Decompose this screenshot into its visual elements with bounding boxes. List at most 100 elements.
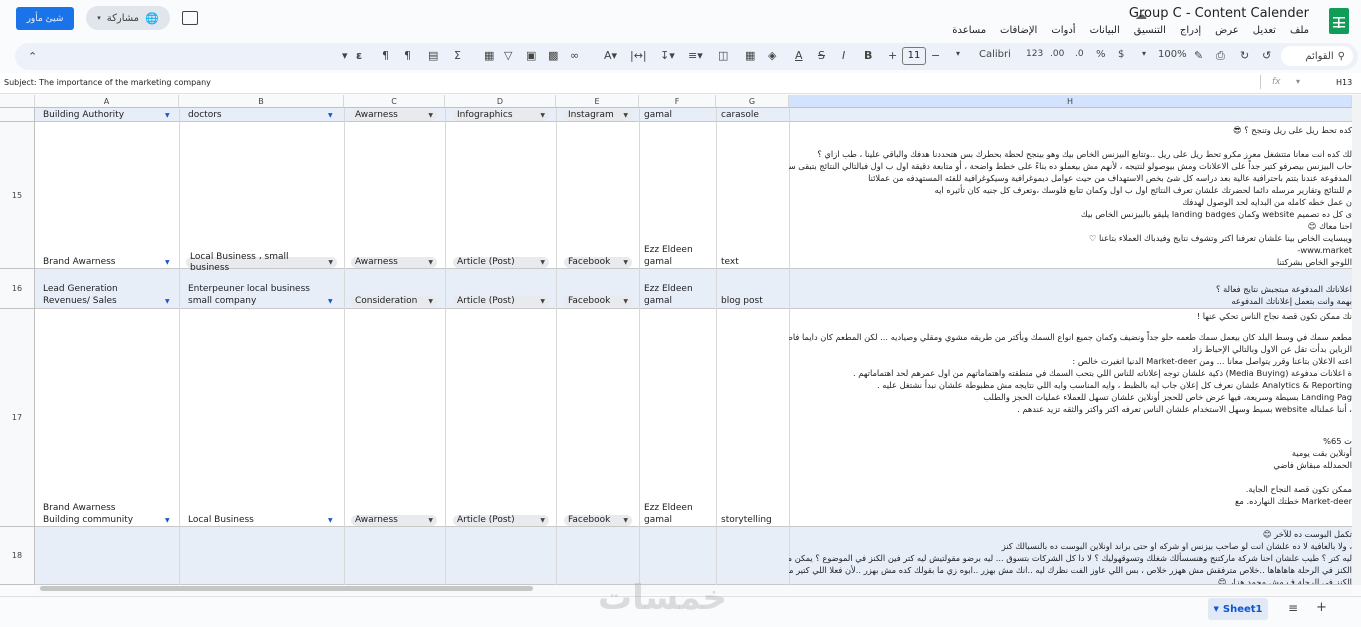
cell-f[interactable]: gamal	[644, 295, 672, 307]
collapse-toolbar-icon[interactable]: ⌃	[28, 50, 37, 63]
cell-a-line1[interactable]: Brand Awarness	[43, 502, 116, 514]
column-header-e[interactable]: E	[556, 95, 639, 108]
menu-file[interactable]: ملف	[1290, 25, 1309, 36]
comment-icon[interactable]	[182, 11, 198, 25]
print-icon[interactable]: ⎙	[1216, 49, 1225, 63]
cell-f[interactable]: gamal	[644, 109, 672, 121]
menu-format[interactable]: التنسيق	[1134, 25, 1166, 36]
horizontal-align-icon[interactable]: ≡▾	[688, 49, 703, 62]
chevron-down-icon[interactable]: ▾	[1296, 77, 1300, 86]
dropdown-chip[interactable]: Awarness ▼	[351, 257, 437, 268]
dropdown-chip[interactable]: Local Business ، small business ▼	[186, 252, 337, 273]
column-header-a[interactable]: A	[35, 95, 179, 108]
doc-title[interactable]: Group C - Content Calender	[1129, 6, 1309, 21]
all-sheets-icon[interactable]: ≡	[1288, 601, 1298, 615]
cell-g[interactable]: blog post	[721, 295, 763, 307]
cell-g[interactable]: text	[721, 256, 739, 268]
borders-icon[interactable]: ▦	[745, 49, 755, 62]
cell-h-text[interactable]: تكمل البوست ده للآخر 😊 ، ولا بالعافية لا…	[789, 528, 1352, 584]
column-header-d[interactable]: D	[445, 95, 556, 108]
cell-f-line1[interactable]: Ezz Eldeen	[644, 244, 693, 256]
dropdown-arrow-icon[interactable]: ▼	[165, 112, 170, 119]
cell-b[interactable]: small company	[188, 295, 256, 307]
chart-insert-icon[interactable]: ▩	[548, 49, 558, 62]
dropdown-chip[interactable]: Instagram ▼	[564, 110, 632, 121]
menu-edit[interactable]: تعديل	[1253, 25, 1276, 36]
decrease-font-icon[interactable]: −	[931, 49, 940, 62]
cell-a[interactable]: Building community	[43, 514, 133, 526]
cell-f[interactable]: gamal	[644, 256, 672, 268]
dropdown-chip[interactable]: Facebook ▼	[564, 296, 632, 307]
font-name-select[interactable]: Calibri	[979, 49, 1011, 60]
cell-f-line1[interactable]: Ezz Eldeen	[644, 283, 693, 295]
chevron-down-icon[interactable]: ▾	[956, 49, 960, 58]
rtl-text-icon[interactable]: ε	[356, 49, 362, 62]
chart-icon[interactable]: ▦	[484, 49, 494, 62]
dropdown-chip[interactable]: Infographics ▼	[453, 110, 549, 121]
menu-tools[interactable]: أدوات	[1051, 25, 1075, 36]
cell-h-text[interactable]: كده تحط ريل على ريل وتنجح ؟ 😎 لك كده انت…	[789, 124, 1352, 268]
dropdown-chip[interactable]: Article (Post) ▼	[453, 257, 549, 268]
dropdown-arrow-icon[interactable]: ▼	[328, 298, 333, 305]
dropdown-arrow-icon[interactable]: ▼	[165, 517, 170, 524]
dropdown-chip[interactable]: Facebook ▼	[564, 515, 632, 526]
menu-extensions[interactable]: الإضافات	[1000, 25, 1037, 36]
dropdown-chip[interactable]: Facebook ▼	[564, 257, 632, 268]
cell-b[interactable]: Local Business	[188, 514, 254, 526]
menu-insert[interactable]: إدراج	[1180, 25, 1201, 36]
text-color-icon[interactable]: A	[795, 49, 803, 62]
cell-g[interactable]: storytelling	[721, 514, 772, 526]
column-header-h[interactable]: H	[789, 95, 1352, 108]
decimal-increase-button[interactable]: .00	[1050, 49, 1064, 59]
merge-cells-icon[interactable]: ◫	[718, 49, 728, 62]
name-box[interactable]: H13	[1336, 78, 1352, 87]
currency-button[interactable]: $	[1118, 49, 1124, 60]
decimal-decrease-button[interactable]: .0	[1075, 49, 1084, 59]
cell-b-line1[interactable]: Enterpeuner local business	[188, 283, 310, 295]
cell-a[interactable]: Brand Awarness	[43, 256, 116, 268]
undo-icon[interactable]: ↺	[1262, 49, 1271, 62]
cell-a-line1[interactable]: Lead Generation	[43, 283, 118, 295]
cell-g[interactable]: carasole	[721, 109, 759, 121]
percent-button[interactable]: %	[1096, 49, 1106, 60]
menu-help[interactable]: مساعدة	[952, 25, 986, 36]
fill-color-icon[interactable]: ◈	[768, 49, 776, 62]
row-header[interactable]: 18	[0, 527, 35, 585]
dropdown-arrow-icon[interactable]: ▼	[165, 259, 170, 266]
column-header-g[interactable]: G	[716, 95, 789, 108]
cell-h-text[interactable]: اعلاناتك المدفوعة مبتجبش نتايج فعالة ؟ ب…	[789, 283, 1352, 307]
cell-f[interactable]: gamal	[644, 514, 672, 526]
filter-icon[interactable]: ▽	[504, 49, 512, 62]
dropdown-chip[interactable]: Awarness ▼	[351, 110, 437, 121]
chevron-down-icon[interactable]: ▾	[1142, 49, 1146, 58]
italic-button[interactable]: I	[842, 49, 845, 62]
sheet-tab[interactable]: ▼ Sheet1	[1208, 598, 1268, 620]
functions-icon[interactable]: Σ	[454, 49, 461, 62]
dropdown-arrow-icon[interactable]: ▼	[165, 298, 170, 305]
menu-view[interactable]: عرض	[1215, 25, 1239, 36]
vertical-align-icon[interactable]: ↧▾	[660, 49, 675, 62]
cell-b[interactable]: doctors	[188, 109, 222, 121]
strikethrough-icon[interactable]: S	[818, 49, 825, 62]
row-header[interactable]: 16	[0, 269, 35, 309]
cell-a[interactable]: Revenues/ Sales	[43, 295, 117, 307]
column-header-c[interactable]: C	[344, 95, 445, 108]
dropdown-chip[interactable]: Article (Post) ▼	[453, 296, 549, 307]
vertical-scrollbar[interactable]	[1352, 95, 1361, 585]
row-header[interactable]: 17	[0, 309, 35, 527]
dropdown-arrow-icon[interactable]: ▼	[328, 517, 333, 524]
increase-font-icon[interactable]: +	[888, 49, 897, 62]
redo-icon[interactable]: ↻	[1240, 49, 1249, 62]
paint-format-icon[interactable]: ✎	[1194, 49, 1203, 62]
share-dropdown-button[interactable]: ▾ مشاركة 🌐	[86, 6, 170, 30]
table-icon[interactable]: ▤	[428, 49, 438, 62]
cell-a[interactable]: Building Authority	[43, 109, 124, 121]
bold-button[interactable]: B	[864, 49, 872, 62]
search-menus[interactable]: القوائم ⚲	[1281, 46, 1353, 66]
cell-h-text[interactable]: نك ممكن تكون قصة نجاح الناس تحكي عنها ! …	[789, 310, 1352, 507]
add-sheet-icon[interactable]: +	[1316, 600, 1327, 615]
text-rotation-icon[interactable]: A▾	[604, 49, 617, 62]
menu-data[interactable]: البيانات	[1090, 25, 1120, 36]
row-header[interactable]: 15	[0, 122, 35, 269]
horizontal-scrollbar-thumb[interactable]	[40, 586, 533, 591]
